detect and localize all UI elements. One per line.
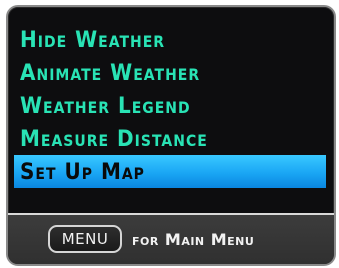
- menu-item-hide-weather[interactable]: Hide Weather: [8, 23, 334, 56]
- menu-item-label: Weather Legend: [20, 91, 191, 119]
- page-menu-window: Hide Weather Animate Weather Weather Leg…: [6, 5, 336, 266]
- menu-item-label: Set Up Map: [20, 157, 145, 185]
- menu-item-measure-distance[interactable]: Measure Distance: [8, 122, 334, 155]
- page-menu-list: Hide Weather Animate Weather Weather Leg…: [8, 23, 334, 188]
- menu-item-set-up-map[interactable]: Set Up Map: [14, 155, 326, 188]
- menu-footer: MENU for Main Menu: [8, 215, 334, 264]
- menu-item-weather-legend[interactable]: Weather Legend: [8, 89, 334, 122]
- menu-item-label: Measure Distance: [20, 124, 208, 152]
- menu-item-animate-weather[interactable]: Animate Weather: [8, 56, 334, 89]
- footer-hint-text: for Main Menu: [132, 230, 255, 249]
- display-bezel: Hide Weather Animate Weather Weather Leg…: [0, 0, 339, 268]
- menu-item-label: Hide Weather: [20, 25, 166, 53]
- menu-item-label: Animate Weather: [20, 58, 201, 86]
- menu-key-button[interactable]: MENU: [48, 225, 122, 253]
